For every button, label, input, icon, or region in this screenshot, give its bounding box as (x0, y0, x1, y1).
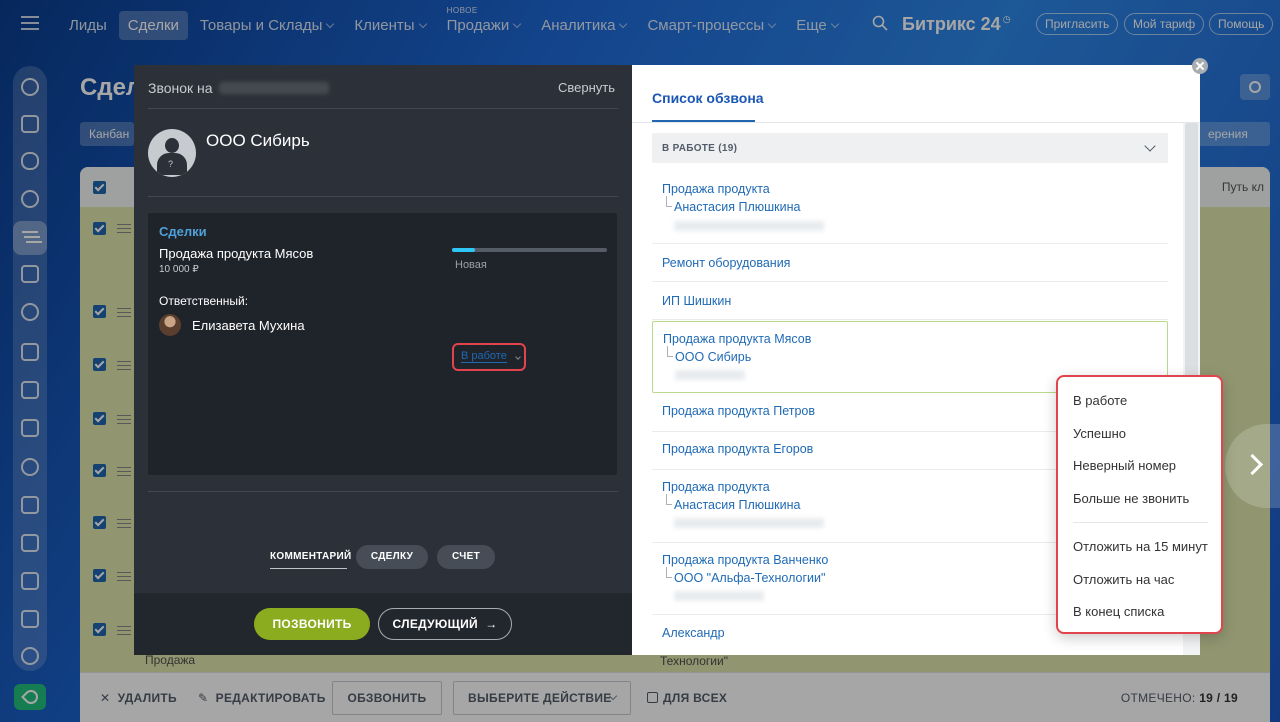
next-button[interactable]: СЛЕДУЮЩИЙ → (378, 608, 512, 640)
menu-divider (1073, 522, 1208, 523)
menu-item-postpone-15[interactable]: Отложить на 15 минут (1073, 539, 1208, 554)
status-dropdown-trigger[interactable]: В работе (452, 343, 526, 371)
list-item-title[interactable]: Продажа продукта Мясов (663, 332, 811, 346)
call-list-title[interactable]: Список обзвона (652, 90, 764, 106)
divider (632, 122, 1200, 123)
list-item-title[interactable]: ИП Шишкин (662, 294, 731, 308)
contact-avatar: ? (148, 129, 196, 177)
tab-comment[interactable]: КОММЕНТАРИЙ (270, 545, 351, 569)
menu-item-postpone-hour[interactable]: Отложить на час (1073, 572, 1174, 587)
active-tab-underline (652, 120, 755, 122)
list-item[interactable]: Продажа продукта Анастасия Плюшкина (652, 169, 1168, 244)
list-item-title[interactable]: Ремонт оборудования (662, 256, 790, 270)
menu-item-wrong-number[interactable]: Неверный номер (1073, 458, 1176, 473)
group-header[interactable]: В РАБОТЕ (19) (652, 133, 1168, 163)
list-item-title[interactable]: Продажа продукта (662, 480, 770, 494)
menu-item-success[interactable]: Успешно (1073, 426, 1126, 441)
chevron-down-icon (515, 354, 521, 360)
group-label: В РАБОТЕ (19) (662, 143, 738, 154)
list-item-title[interactable]: Продажа продукта Ванченко (662, 553, 828, 567)
menu-item-end-of-list[interactable]: В конец списка (1073, 604, 1164, 619)
list-item-subtitle[interactable]: Анастасия Плюшкина (665, 196, 800, 214)
deal-sum: 10 000 ₽ (159, 264, 199, 275)
under-modal-text: Продажа (145, 653, 196, 667)
status-label: В работе (461, 350, 507, 363)
tab-invoice[interactable]: СЧЕТ (437, 545, 495, 569)
phone-number-blurred (218, 82, 329, 94)
deal-stage: Новая (455, 259, 487, 271)
close-icon[interactable] (1192, 58, 1208, 74)
list-item[interactable]: Ремонт оборудования (652, 244, 1168, 282)
list-item-subtitle[interactable]: ООО Сибирь (666, 346, 751, 364)
list-item-title[interactable]: Продажа продукта Петров (662, 404, 815, 418)
list-item-subtitle[interactable]: ООО "Альфа-Технологии" (665, 567, 825, 585)
under-modal-text: Технологии" (660, 654, 728, 668)
call-button[interactable]: ПОЗВОНИТЬ (254, 608, 370, 640)
responsible-name[interactable]: Елизавета Мухина (192, 318, 305, 333)
deal-progress-fill (452, 248, 476, 252)
phone-blurred (675, 370, 745, 380)
deal-progress-bar (452, 248, 607, 252)
list-item-title[interactable]: Продажа продукта Егоров (662, 442, 813, 456)
chevron-down-icon (1144, 140, 1156, 152)
list-item-title[interactable]: Продажа продукта (662, 182, 770, 196)
call-footer: ПОЗВОНИТЬ СЛЕДУЮЩИЙ → (134, 593, 632, 655)
call-panel: Звонок на Свернуть ? ООО Сибирь Сделки П… (134, 65, 632, 655)
deal-info-panel: Сделки Продажа продукта Мясов 10 000 ₽ Н… (148, 213, 617, 475)
list-item-title[interactable]: Александр (662, 626, 725, 640)
phone-blurred (674, 518, 824, 528)
divider (148, 196, 618, 197)
divider (148, 491, 618, 492)
call-header-label: Звонок на (148, 80, 213, 96)
menu-item-do-not-call[interactable]: Больше не звонить (1073, 491, 1189, 506)
responsible-label: Ответственный: (159, 294, 249, 308)
call-header: Звонок на (148, 80, 329, 96)
divider (148, 108, 618, 109)
phone-blurred (674, 221, 824, 231)
phone-blurred (674, 591, 764, 601)
responsible-avatar (159, 314, 181, 336)
minimize-button[interactable]: Свернуть (558, 80, 615, 95)
deals-title: Сделки (159, 224, 207, 239)
menu-item-in-progress[interactable]: В работе (1073, 393, 1127, 408)
tab-deal[interactable]: СДЕЛКУ (356, 545, 428, 569)
status-menu: В работе Успешно Неверный номер Больше н… (1056, 375, 1223, 634)
contact-name[interactable]: ООО Сибирь (206, 131, 310, 151)
deal-name[interactable]: Продажа продукта Мясов (159, 246, 313, 261)
arrow-right-icon: → (485, 617, 498, 631)
list-item[interactable]: ИП Шишкин (652, 282, 1168, 320)
next-label: СЛЕДУЮЩИЙ (392, 617, 478, 631)
call-tabs: КОММЕНТАРИЙ СДЕЛКУ СЧЕТ (134, 545, 632, 569)
list-item-subtitle[interactable]: Анастасия Плюшкина (665, 494, 800, 512)
